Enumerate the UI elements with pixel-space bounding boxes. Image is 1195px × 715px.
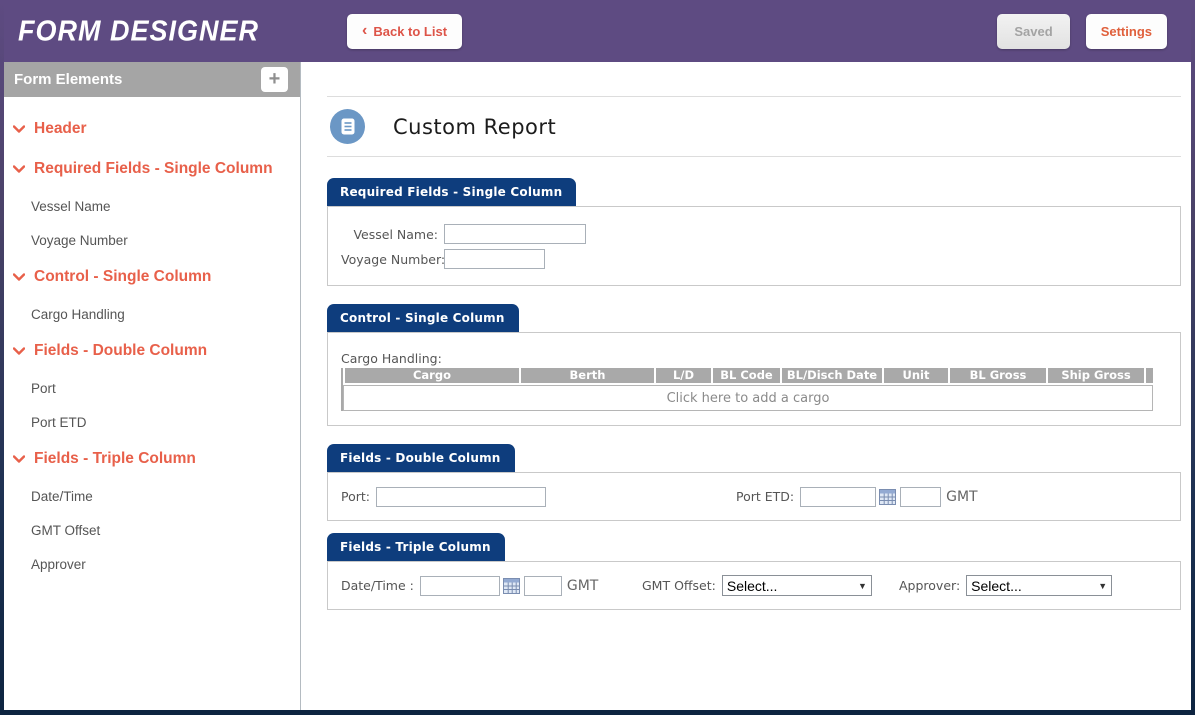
group-label: Control - Single Column bbox=[34, 268, 211, 286]
sidebar-item-voyage-number[interactable]: Voyage Number bbox=[4, 223, 300, 257]
voyage-number-row: Voyage Number: bbox=[341, 249, 1180, 269]
back-to-list-button[interactable]: ‹ Back to List bbox=[347, 14, 462, 49]
chevron-down-icon bbox=[13, 273, 34, 281]
form-elements-sidebar: Form Elements + Header Required Fields -… bbox=[4, 62, 301, 710]
gmt-offset-field: GMT Offset: Select... ▼ bbox=[642, 575, 899, 596]
sidebar-title: Form Elements bbox=[14, 71, 122, 88]
port-etd-label: Port ETD: bbox=[736, 489, 794, 504]
date-time-gmt-offset-input[interactable] bbox=[524, 576, 562, 596]
chevron-down-icon bbox=[13, 347, 34, 355]
sidebar-item-cargo-handling[interactable]: Cargo Handling bbox=[4, 297, 300, 331]
panel-control-single: Cargo Handling: Cargo Berth L/D BL Code … bbox=[327, 332, 1181, 426]
chevron-down-icon bbox=[13, 125, 34, 133]
main-top-strip bbox=[327, 62, 1181, 97]
section-control-single: Control - Single Column Cargo Handling: … bbox=[327, 304, 1181, 426]
voyage-number-input[interactable] bbox=[444, 249, 545, 269]
cargo-handling-label: Cargo Handling: bbox=[341, 351, 1180, 366]
sidebar-list: Header Required Fields - Single Column V… bbox=[4, 97, 300, 581]
cargo-table-header: Cargo Berth L/D BL Code BL/Disch Date Un… bbox=[343, 368, 1153, 383]
app-window: FORM DESIGNER ‹ Back to List Saved Setti… bbox=[4, 0, 1191, 710]
panel-fields-triple: Date/Time : bbox=[327, 561, 1181, 610]
panel-fields-double: Port: Port ETD: bbox=[327, 472, 1181, 521]
settings-button[interactable]: Settings bbox=[1086, 14, 1167, 49]
approver-select[interactable]: Select... ▼ bbox=[966, 575, 1112, 596]
sidebar-header: Form Elements + bbox=[4, 62, 300, 97]
column-header-bl-code: BL Code bbox=[713, 368, 780, 383]
column-header-berth: Berth bbox=[521, 368, 654, 383]
approver-label: Approver: bbox=[899, 578, 960, 593]
sidebar-item-date-time[interactable]: Date/Time bbox=[4, 479, 300, 513]
dropdown-arrow-icon: ▼ bbox=[858, 581, 867, 591]
voyage-number-label: Voyage Number: bbox=[341, 252, 438, 267]
sidebar-item-gmt-offset[interactable]: GMT Offset bbox=[4, 513, 300, 547]
vessel-name-row: Vessel Name: bbox=[341, 224, 1180, 244]
page-title: Custom Report bbox=[393, 115, 556, 139]
date-time-field: Date/Time : bbox=[341, 576, 642, 596]
column-header-bl-gross: BL Gross bbox=[950, 368, 1046, 383]
gmt-offset-select-value: Select... bbox=[727, 578, 852, 594]
sidebar-group-fields-triple[interactable]: Fields - Triple Column bbox=[4, 439, 300, 479]
column-header-ld: L/D bbox=[656, 368, 711, 383]
group-label: Fields - Triple Column bbox=[34, 450, 196, 468]
group-label: Header bbox=[34, 120, 87, 138]
tab-fields-triple: Fields - Triple Column bbox=[327, 533, 505, 561]
vessel-name-label: Vessel Name: bbox=[341, 227, 438, 242]
panel-required-single: Vessel Name: Voyage Number: bbox=[327, 206, 1181, 286]
calendar-icon[interactable] bbox=[503, 578, 520, 594]
port-input[interactable] bbox=[376, 487, 546, 507]
tab-control-single: Control - Single Column bbox=[327, 304, 519, 332]
sidebar-item-approver[interactable]: Approver bbox=[4, 547, 300, 581]
date-time-input[interactable] bbox=[420, 576, 500, 596]
column-header-bl-disch-date: BL/Disch Date bbox=[782, 368, 882, 383]
back-chevron-icon: ‹ bbox=[362, 26, 367, 36]
form-canvas: Custom Report Required Fields - Single C… bbox=[301, 62, 1191, 710]
gmt-label: GMT bbox=[946, 489, 977, 505]
back-to-list-label: Back to List bbox=[373, 24, 447, 39]
column-header-actions bbox=[1146, 368, 1153, 383]
tab-fields-double: Fields - Double Column bbox=[327, 444, 515, 472]
column-header-cargo: Cargo bbox=[345, 368, 519, 383]
section-fields-triple: Fields - Triple Column Date/Time : bbox=[327, 533, 1181, 610]
tab-required-single: Required Fields - Single Column bbox=[327, 178, 576, 206]
port-field: Port: bbox=[341, 487, 736, 507]
sidebar-group-control-single[interactable]: Control - Single Column bbox=[4, 257, 300, 297]
gmt-offset-select[interactable]: Select... ▼ bbox=[722, 575, 872, 596]
app-header: FORM DESIGNER ‹ Back to List Saved Setti… bbox=[4, 0, 1191, 62]
gmt-offset-label: GMT Offset: bbox=[642, 578, 716, 593]
port-label: Port: bbox=[341, 489, 370, 504]
add-cargo-row[interactable]: Click here to add a cargo bbox=[343, 385, 1153, 411]
group-label: Required Fields - Single Column bbox=[34, 160, 273, 178]
sidebar-group-header[interactable]: Header bbox=[4, 109, 300, 149]
chevron-down-icon bbox=[13, 455, 34, 463]
vessel-name-input[interactable] bbox=[444, 224, 586, 244]
port-etd-date-input[interactable] bbox=[800, 487, 876, 507]
group-label: Fields - Double Column bbox=[34, 342, 207, 360]
chevron-down-icon bbox=[13, 165, 34, 173]
gmt-label: GMT bbox=[567, 578, 598, 594]
report-document-icon bbox=[330, 109, 365, 144]
sidebar-group-required-fields[interactable]: Required Fields - Single Column bbox=[4, 149, 300, 189]
report-title-block: Custom Report bbox=[327, 97, 1181, 157]
sidebar-item-port[interactable]: Port bbox=[4, 371, 300, 405]
section-required-single: Required Fields - Single Column Vessel N… bbox=[327, 178, 1181, 286]
section-fields-double: Fields - Double Column Port: Port ETD: bbox=[327, 444, 1181, 521]
sidebar-item-port-etd[interactable]: Port ETD bbox=[4, 405, 300, 439]
saved-button[interactable]: Saved bbox=[997, 14, 1069, 49]
calendar-icon[interactable] bbox=[879, 489, 896, 505]
app-logo: FORM DESIGNER bbox=[18, 15, 259, 48]
sidebar-group-fields-double[interactable]: Fields - Double Column bbox=[4, 331, 300, 371]
cargo-table: Cargo Berth L/D BL Code BL/Disch Date Un… bbox=[341, 368, 1153, 411]
column-header-unit: Unit bbox=[884, 368, 948, 383]
approver-select-value: Select... bbox=[971, 578, 1092, 594]
column-header-ship-gross: Ship Gross bbox=[1048, 368, 1144, 383]
date-time-label: Date/Time : bbox=[341, 578, 414, 593]
add-element-button[interactable]: + bbox=[261, 67, 288, 92]
approver-field: Approver: Select... ▼ bbox=[899, 575, 1180, 596]
port-etd-field: Port ETD: bbox=[736, 487, 1180, 507]
sidebar-item-vessel-name[interactable]: Vessel Name bbox=[4, 189, 300, 223]
port-etd-gmt-offset-input[interactable] bbox=[900, 487, 941, 507]
dropdown-arrow-icon: ▼ bbox=[1098, 581, 1107, 591]
